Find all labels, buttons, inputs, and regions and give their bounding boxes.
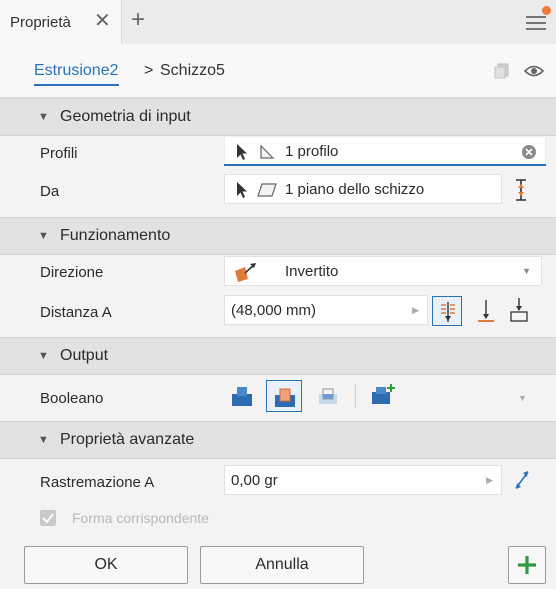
- section-advanced[interactable]: ▼ Proprietà avanzate: [0, 421, 556, 459]
- plus-icon[interactable]: +: [131, 8, 145, 32]
- dropdown-icon: ▼: [522, 266, 531, 276]
- profile-icon: [260, 144, 275, 159]
- distance-label: Distanza A: [40, 304, 112, 321]
- match-shape-checkbox[interactable]: [40, 510, 56, 526]
- direction-icon: [235, 263, 256, 282]
- profiles-label: Profili: [40, 145, 78, 162]
- menu-icon[interactable]: [526, 14, 548, 34]
- flip-icon[interactable]: [514, 178, 528, 202]
- breadcrumb-extrusion[interactable]: Estrusione2: [34, 62, 119, 86]
- collapse-triangle-icon: ▼: [38, 350, 49, 362]
- cancel-button[interactable]: Annulla: [200, 546, 364, 584]
- direction-value: Invertito: [285, 263, 339, 280]
- from-selector[interactable]: 1 piano dello schizzo: [224, 174, 502, 204]
- clear-icon[interactable]: [521, 144, 537, 160]
- cut-button[interactable]: [266, 380, 302, 412]
- join-icon[interactable]: [230, 384, 254, 408]
- collapse-triangle-icon: ▼: [38, 230, 49, 242]
- extent-to-icon[interactable]: [476, 298, 496, 324]
- toolbar-divider: [355, 384, 356, 408]
- selection-underline: [224, 164, 546, 166]
- cut-icon: [275, 388, 295, 407]
- plane-icon: [257, 183, 277, 197]
- stepper-arrow-icon[interactable]: ▶: [486, 475, 493, 486]
- from-value: 1 piano dello schizzo: [285, 181, 425, 198]
- section-title: Geometria di input: [60, 108, 191, 125]
- taper-input[interactable]: 0,00 gr ▶: [224, 465, 502, 495]
- direction-dropdown[interactable]: Invertito ▼: [224, 256, 542, 286]
- extent-icon: [441, 302, 455, 322]
- section-title: Proprietà avanzate: [60, 431, 195, 448]
- section-operation[interactable]: ▼ Funzionamento: [0, 217, 556, 255]
- profiles-selector[interactable]: 1 profilo: [224, 136, 546, 166]
- section-input-geometry[interactable]: ▼ Geometria di input: [0, 98, 556, 136]
- profiles-value: 1 profilo: [285, 143, 339, 160]
- close-icon[interactable]: ✕: [94, 11, 111, 31]
- new-solid-icon[interactable]: [370, 382, 396, 408]
- collapse-triangle-icon: ▼: [38, 434, 49, 446]
- ok-button[interactable]: OK: [24, 546, 188, 584]
- direction-label: Direzione: [40, 264, 104, 281]
- cursor-icon: [237, 182, 247, 198]
- dropdown-icon[interactable]: ▼: [518, 393, 527, 403]
- tab-label: Proprietà: [10, 14, 71, 31]
- notification-dot: [542, 6, 551, 15]
- distance-input[interactable]: (48,000 mm) ▶: [224, 295, 428, 325]
- check-icon: [42, 513, 54, 524]
- from-label: Da: [40, 183, 60, 200]
- taper-icon[interactable]: [512, 468, 532, 492]
- section-title: Funzionamento: [60, 227, 171, 244]
- cursor-icon: [237, 144, 247, 160]
- collapse-triangle-icon: ▼: [38, 111, 49, 123]
- distance-value: (48,000 mm): [231, 302, 317, 319]
- section-output[interactable]: ▼ Output: [0, 337, 556, 375]
- eye-icon[interactable]: [524, 63, 544, 79]
- breadcrumb-separator: >: [144, 62, 154, 79]
- boolean-label: Booleano: [40, 390, 104, 407]
- section-title: Output: [60, 347, 109, 364]
- match-shape-label: Forma corrispondente: [72, 510, 209, 526]
- apply-add-button[interactable]: [508, 546, 546, 584]
- taper-label: Rastremazione A: [40, 474, 155, 491]
- stepper-arrow-icon[interactable]: ▶: [412, 305, 419, 316]
- breadcrumb-sketch[interactable]: Schizzo5: [160, 62, 225, 80]
- extent-through-icon[interactable]: [508, 296, 530, 324]
- add-icon: [518, 556, 536, 574]
- taper-value: 0,00 gr: [231, 472, 278, 489]
- intersect-icon[interactable]: [316, 384, 340, 408]
- copy-icon[interactable]: [494, 63, 510, 79]
- extent-distance-button[interactable]: [432, 296, 462, 326]
